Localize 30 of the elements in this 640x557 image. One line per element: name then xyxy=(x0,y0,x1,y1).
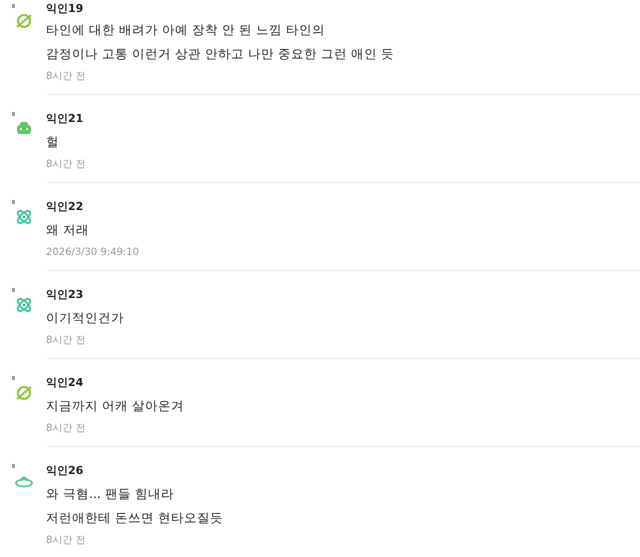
atom-icon xyxy=(14,295,34,315)
timestamp: 8시간 전 xyxy=(46,534,87,548)
comment-text: 헐 xyxy=(46,133,60,151)
comment-text: 왜 저래 xyxy=(46,221,90,239)
marker-icon xyxy=(12,200,15,204)
author-name: 익인21 xyxy=(46,111,84,127)
comment-text: 저런애한테 돈쓰면 현타오질듯 xyxy=(46,509,224,527)
author-name: 익인26 xyxy=(46,463,84,479)
timestamp: 2026/3/30 9:49:10 xyxy=(46,246,140,260)
comment-text: 타인에 대한 배려가 아예 장착 안 된 느낌 타인의 xyxy=(46,21,326,39)
author-name: 익인24 xyxy=(46,375,84,391)
author-name: 익인19 xyxy=(46,1,84,17)
planet-icon xyxy=(14,11,34,31)
marker-icon xyxy=(12,4,15,8)
comment-text: 감정이나 고통 이런거 상관 안하고 나만 중요한 그런 애인 듯 xyxy=(46,45,395,63)
marker-icon xyxy=(12,464,15,468)
author-name: 익인23 xyxy=(46,287,84,303)
atom-icon xyxy=(14,207,34,227)
comment-text: 와 극혐... 팬들 힘내라 xyxy=(46,485,175,503)
comment-text: 지금까지 어캐 살아온겨 xyxy=(46,397,185,415)
timestamp: 8시간 전 xyxy=(46,334,87,348)
timestamp: 8시간 전 xyxy=(46,158,87,172)
timestamp: 8시간 전 xyxy=(46,70,87,84)
marker-icon xyxy=(12,288,15,292)
planet-icon xyxy=(14,383,34,403)
timestamp: 8시간 전 xyxy=(46,422,87,436)
comment-text: 이기적인건가 xyxy=(46,309,125,327)
marker-icon xyxy=(12,376,15,380)
marker-icon xyxy=(12,112,15,116)
author-name: 익인22 xyxy=(46,199,84,215)
